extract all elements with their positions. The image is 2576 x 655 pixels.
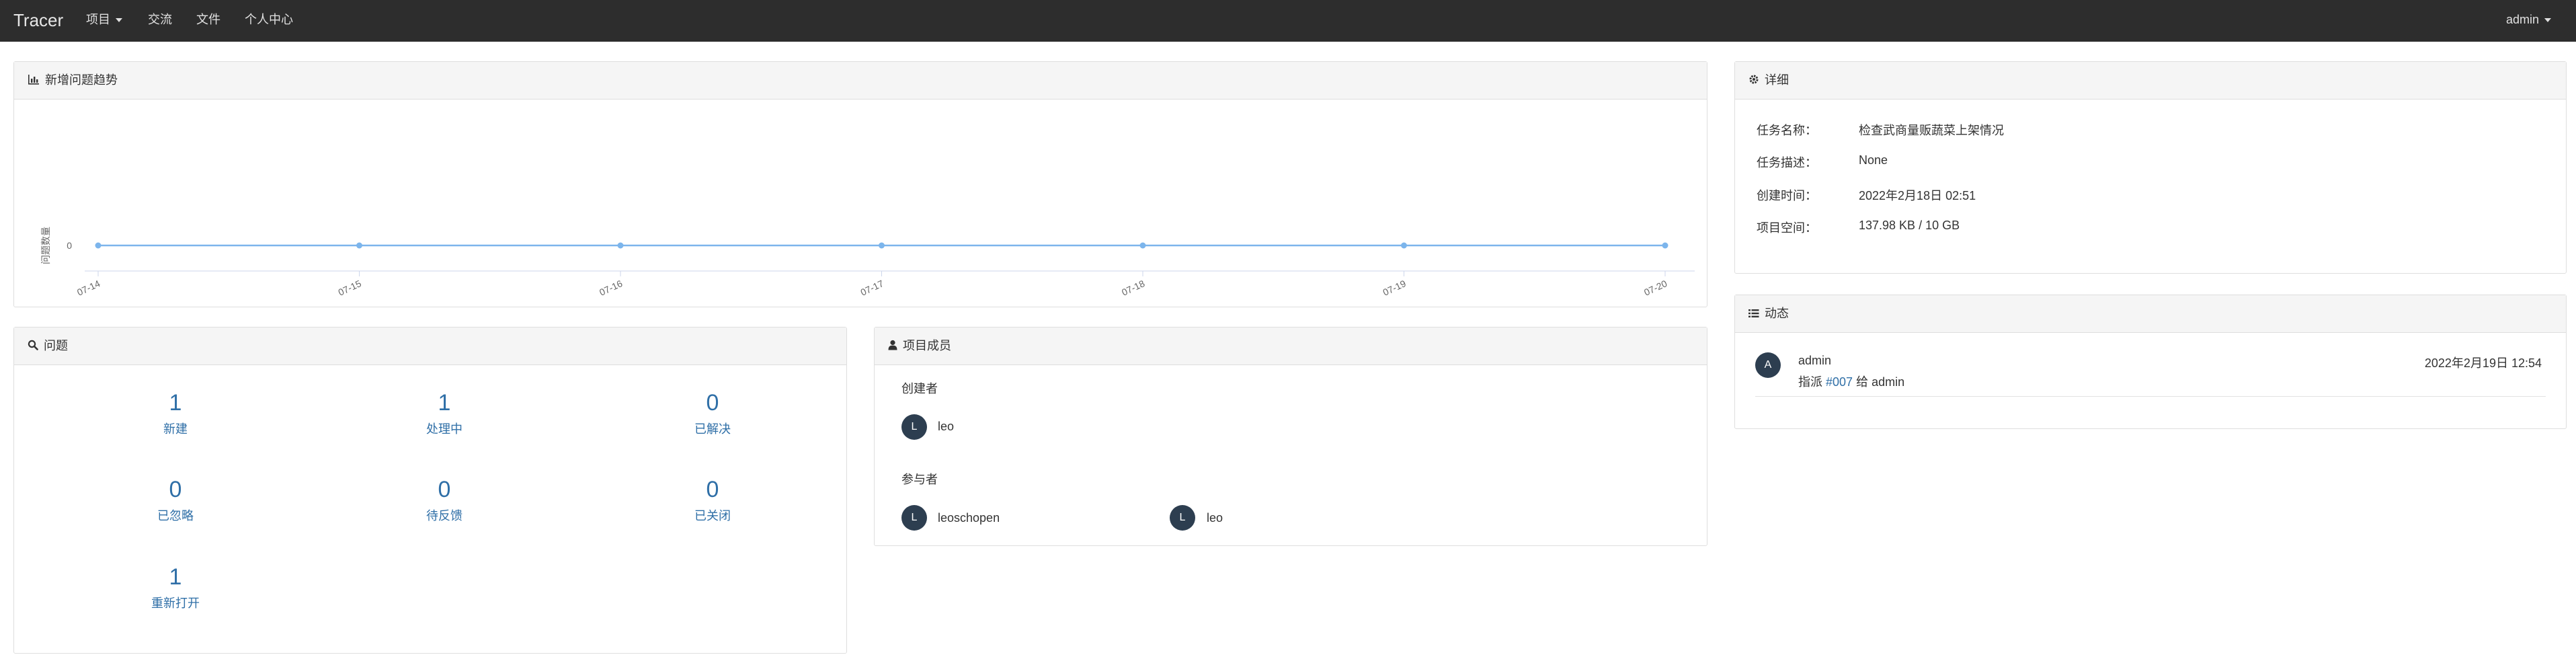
detail-key: 项目空间： [1757,221,1817,235]
stat-label: 新建 [163,422,188,436]
details-panel-title: 详细 [1765,73,1789,87]
nav-projects-dropdown[interactable]: 项目 [86,0,122,42]
detail-value: None [1859,153,1888,167]
data-point [879,242,885,249]
x-tick-label: 07-20 [1642,278,1668,298]
issue-link[interactable]: #007 [1826,375,1853,389]
x-tick-label: 07-16 [598,278,624,298]
issues-panel-heading: 问题 [14,328,846,365]
nav-projects-label: 项目 [86,13,110,26]
stat-count: 1 [169,390,182,416]
detail-value: 检查武商量贩蔬菜上架情况 [1859,124,2004,137]
member-name[interactable]: leo [938,420,954,434]
avatar: A [1755,352,1781,378]
data-point [95,242,102,249]
detail-key: 任务名称： [1757,124,1817,137]
stat-label: 重新打开 [151,596,200,610]
activity-time: 2022年2月19日 12:54 [2424,356,2542,370]
activity-action: 指派 [1798,375,1822,389]
members-panel: 项目成员 创建者 L leo 参与者 L leoschopen L leo [874,327,1707,546]
user-name: admin [2506,13,2540,26]
details-panel-heading: 详细 [1735,62,2566,100]
search-icon [28,328,38,365]
detail-key: 任务描述： [1757,156,1817,169]
stat-count: 0 [169,477,182,502]
trend-panel-heading: 新增问题趋势 [14,62,1707,100]
y-tick-label: 0 [67,240,72,251]
data-point [617,242,624,249]
stat-label: 处理中 [426,422,462,436]
members-panel-heading: 项目成员 [875,328,1707,365]
avatar: L [1170,505,1195,531]
stat-pending-feedback[interactable]: 0 待反馈 [377,476,512,525]
user-icon [888,328,897,365]
members-panel-title: 项目成员 [903,339,951,352]
activity-description: 指派 #007 给 admin [1798,373,1904,390]
x-tick-label: 07-15 [337,278,363,298]
user-menu-dropdown[interactable]: admin [2506,0,2552,42]
participants-heading: 参与者 [901,473,938,486]
trend-panel-title: 新增问题趋势 [45,73,118,87]
divider [1755,396,2546,397]
activity-panel-title: 动态 [1765,307,1789,320]
stat-resolved[interactable]: 0 已解决 [645,389,780,438]
detail-value: 137.98 KB / 10 GB [1859,219,1960,232]
avatar: L [901,505,927,531]
activity-user: admin [1798,354,1832,367]
stat-reopened[interactable]: 1 重新打开 [108,564,243,612]
avatar: L [901,414,927,440]
data-point [1139,242,1146,249]
member-name[interactable]: leoschopen [938,511,1000,525]
activity-target: 给 admin [1856,375,1905,389]
x-tick-label: 07-17 [859,278,885,298]
stat-in-progress[interactable]: 1 处理中 [377,389,512,438]
stat-label: 已忽略 [157,509,194,523]
x-tick-label: 07-14 [75,278,102,298]
trend-chart: 问题数量 0 07-14 07-15 07-16 07-17 07-18 07-19 07-20 [40,227,1695,298]
x-tick-label: 07-18 [1120,278,1146,298]
list-icon [1748,296,1759,333]
stat-label: 已解决 [694,422,731,436]
caret-down-icon [116,18,122,23]
stat-count: 1 [438,390,451,416]
activity-panel: 动态 A admin 指派 #007 给 admin 2022年2月19日 12… [1734,295,2567,429]
caret-down-icon [2544,18,2552,23]
creator-heading: 创建者 [901,382,938,395]
member-name[interactable]: leo [1207,511,1223,525]
stat-new[interactable]: 1 新建 [108,389,243,438]
trend-panel: 新增问题趋势 问题数量 0 07-14 07-15 07-16 07-17 07-18 07-… [13,61,1707,307]
details-panel: 详细 任务名称： 检查武商量贩蔬菜上架情况 任务描述： None 创建时间： 2… [1734,61,2567,274]
detail-value: 2022年2月18日 02:51 [1859,189,1976,202]
stat-count: 0 [438,477,451,502]
y-axis-label: 问题数量 [40,227,51,264]
stat-count: 0 [706,390,719,416]
data-point [1401,242,1407,249]
stat-closed[interactable]: 0 已关闭 [645,476,780,525]
data-point [356,242,362,249]
issues-panel: 问题 1 新建 1 处理中 0 已解决 0 已忽略 0 待反馈 0 已关闭 1 … [13,327,847,654]
nav-profile[interactable]: 个人中心 [245,0,293,42]
detail-key: 创建时间： [1757,189,1817,202]
navbar: Tracer 项目 交流 文件 个人中心 admin [0,0,2576,42]
stat-count: 0 [706,477,719,502]
stat-label: 待反馈 [426,509,462,523]
data-point [1662,242,1668,249]
activity-panel-heading: 动态 [1735,295,2566,333]
nav-communication[interactable]: 交流 [148,0,172,42]
x-tick-label: 07-19 [1381,278,1408,298]
nav-files[interactable]: 文件 [196,0,220,42]
gear-icon [1748,63,1759,100]
bar-chart-icon [28,63,40,100]
issues-panel-title: 问题 [44,339,68,352]
stat-label: 已关闭 [694,509,731,523]
stat-count: 1 [169,564,182,590]
brand-logo[interactable]: Tracer [13,0,63,42]
stat-ignored[interactable]: 0 已忽略 [108,476,243,525]
